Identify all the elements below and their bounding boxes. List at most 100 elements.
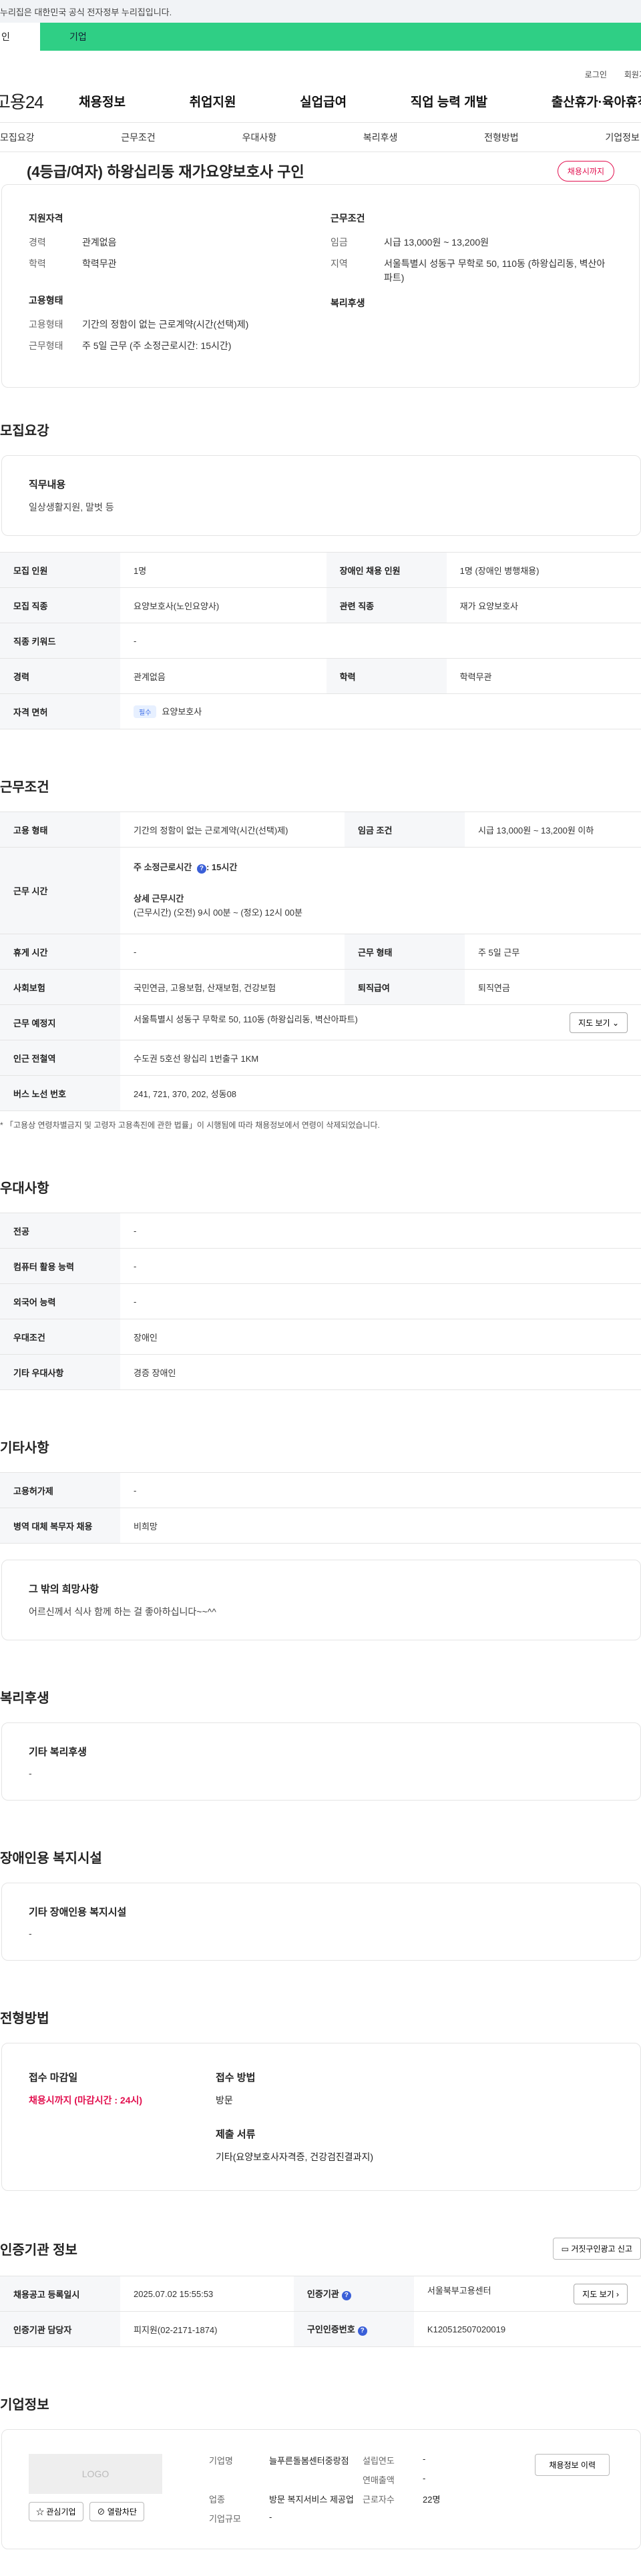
job-title: (4등급/여자) 하왕십리동 재가요양보호사 구인 <box>27 164 304 180</box>
summary-value: 서울특별시 성동구 무학로 50, 110동 (하왕십리동, 벽산아파트) <box>384 258 606 283</box>
chevron-right-icon: › <box>616 2289 619 2299</box>
cert-map-button[interactable]: 지도 보기 › <box>574 2283 628 2304</box>
favorite-company-button[interactable]: ☆ 관심기업 <box>29 2502 83 2522</box>
cell-label: 근로자수 <box>363 2495 395 2505</box>
cell-value: 2025.07.02 15:55:53 <box>120 2276 294 2312</box>
disabled-card: 기타 장애인용 복지시설 - <box>1 1883 641 1961</box>
weekly-hours-label: 주 소정근로시간 <box>134 862 194 873</box>
nav-item-employment-support[interactable]: 취업지원 <box>190 92 236 110</box>
cell-label: 장애인 채용 인원 <box>326 552 447 589</box>
hours-detail: (근무시간) (오전) 9시 00분 ~ (정오) 12시 00분 <box>134 908 302 918</box>
recruit-section-title: 모집요강 <box>0 424 49 439</box>
cell-label: 근무 시간 <box>0 847 120 935</box>
cell-label: 인증기관 담당자 <box>0 2311 120 2348</box>
pref-section-title: 우대사항 <box>0 1181 49 1197</box>
summary-label: 근무형태 <box>29 340 63 351</box>
table-row: 인증기관 담당자 피지원(02-2171-1874) 구인인증번호? K1205… <box>0 2311 641 2348</box>
join-link[interactable]: 회원가 <box>624 69 641 80</box>
tab-company[interactable]: 기업 <box>40 23 641 51</box>
cell-label: 직종 키워드 <box>0 623 120 659</box>
cell-label: 설립연도 <box>363 2456 395 2467</box>
cell-label: 기업명 <box>209 2456 233 2467</box>
pref-table: 전공 - 컴퓨터 활용 능력 - 외국어 능력 - 우대조건 장애인 기타 우대사항 경증… <box>0 1213 641 1391</box>
cell-value: - <box>120 1283 641 1320</box>
sub-nav-pref[interactable]: 우대사항 <box>242 131 277 144</box>
info-icon[interactable]: ? <box>196 864 206 874</box>
summary-value: 관계없음 <box>82 237 117 248</box>
summary-label: 경력 <box>29 237 46 248</box>
summary-value: 주 5일 근무 (주 소정근로시간: 15시간) <box>82 340 232 351</box>
summary-label: 고용형태 <box>29 318 63 330</box>
table-row: 사회보험 국민연금, 고용보험, 산재보험, 건강보험 퇴직급여 퇴직연금 <box>0 969 641 1006</box>
sub-nav-welfare[interactable]: 복리후생 <box>363 131 398 144</box>
cell-value: 방문 복지서비스 제공업 <box>269 2495 354 2505</box>
cell-label: 고용허가제 <box>0 1472 120 1509</box>
table-row: 휴게 시간 - 근무 형태 주 5일 근무 <box>0 934 641 970</box>
cell-value: - <box>423 2473 426 2484</box>
cell-label: 외국어 능력 <box>0 1283 120 1320</box>
table-row: 경력 관계없음 학력 학력무관 <box>0 658 641 695</box>
cell-label: 휴게 시간 <box>0 934 120 970</box>
cell-label: 구인인증번호? <box>293 2311 414 2348</box>
cell-label: 기업규모 <box>209 2514 241 2525</box>
cell-label: 모집 직종 <box>0 587 120 624</box>
summary-qual-head: 지원자격 <box>29 213 63 224</box>
nav-item-parental-leave[interactable]: 출산휴가·육아휴직 <box>552 92 641 110</box>
cell-value: 주 소정근로시간 ?: 15시간 상세 근무시간 (근무시간) (오전) 9시 … <box>120 847 641 935</box>
recruit-table: 모집 인원 1명 장애인 채용 인원 1명 (장애인 병행채용) 모집 직종 요… <box>0 552 641 730</box>
cell-label: 버스 노선 번호 <box>0 1075 120 1112</box>
info-icon[interactable]: ? <box>357 2326 367 2336</box>
summary-label: 지역 <box>331 258 348 270</box>
cell-value: 시급 13,000원 ~ 13,200원 이하 <box>464 812 641 848</box>
job-history-button[interactable]: 채용정보 이력 <box>535 2454 610 2477</box>
disabled-section-title: 장애인용 복지시설 <box>0 1851 102 1867</box>
cell-value: 학력무관 <box>446 658 641 695</box>
table-row: 병역 대체 복무자 채용 비희망 <box>0 1508 641 1544</box>
info-icon[interactable]: ? <box>341 2291 351 2301</box>
etc-section-title: 기타사항 <box>0 1441 49 1456</box>
deadline-badge: 채용시까지 <box>557 160 614 182</box>
cell-value: - <box>120 623 641 659</box>
map-button[interactable]: 지도 보기 ⌄ <box>570 1012 628 1033</box>
nav-item-jobs[interactable]: 채용정보 <box>79 92 126 110</box>
table-row: 버스 노선 번호 241, 721, 370, 202, 성동08 <box>0 1075 641 1112</box>
cell-value: 늘푸른돌봄센터중랑점 <box>269 2456 349 2467</box>
cell-value: 비희망 <box>120 1508 641 1544</box>
workplace-address: 서울특별시 성동구 무학로 50, 110동 (하왕십리동, 벽산아파트) <box>134 1014 358 1024</box>
cell-label: 모집 인원 <box>0 552 120 589</box>
site-logo[interactable]: 고용24 <box>0 89 75 113</box>
cell-value: - <box>423 2454 426 2465</box>
hope-head: 그 밖의 희망사항 <box>29 1584 99 1596</box>
license-value: 요양보호사 <box>162 707 202 717</box>
block-view-button[interactable]: ⊘ 열람차단 <box>89 2502 144 2522</box>
work-section-title: 근무조건 <box>0 780 49 795</box>
cell-label: 임금 조건 <box>344 812 465 848</box>
table-row: 전공 - <box>0 1213 641 1249</box>
report-button[interactable]: ▭ 거짓구인광고 신고 <box>552 2238 641 2260</box>
cell-value: - <box>120 934 345 970</box>
table-row: 고용허가제 - <box>0 1472 641 1509</box>
sub-nav-recruit[interactable]: 모집요강 <box>0 131 35 144</box>
cell-label: 근무 예정지 <box>0 1004 120 1041</box>
company-section-title: 기업정보 <box>0 2398 49 2413</box>
cell-value: 필수 요양보호사 <box>120 693 641 730</box>
table-row: 외국어 능력 - <box>0 1283 641 1320</box>
cell-value: 장애인 <box>120 1319 641 1355</box>
chevron-down-icon: ⌄ <box>612 1018 619 1028</box>
cell-value: 241, 721, 370, 202, 성동08 <box>120 1075 641 1112</box>
age-law-note: * 「고용상 연령차별금지 및 고령자 고용촉진에 관한 법률」이 시행됨에 따… <box>0 1120 380 1131</box>
nav-item-unemployment-benefit[interactable]: 실업급여 <box>300 92 347 110</box>
disabled-text: - <box>29 1928 32 1939</box>
login-link[interactable]: 로그인 <box>585 69 607 80</box>
block-icon: ⊘ <box>97 2507 105 2517</box>
tab-personal[interactable]: 인 <box>0 23 40 51</box>
way-head: 접수 방법 <box>216 2072 256 2084</box>
sub-nav-method[interactable]: 전형방법 <box>484 131 519 144</box>
cell-value: 서울북부고용센터 지도 보기 › <box>413 2276 641 2312</box>
sub-nav-company[interactable]: 기업정보 <box>605 131 640 144</box>
sub-nav-work[interactable]: 근무조건 <box>121 131 156 144</box>
nav-item-job-skills[interactable]: 직업 능력 개발 <box>411 92 487 110</box>
cell-label: 기타 우대사항 <box>0 1354 120 1391</box>
duty-card: 직무내용 일상생활지원, 말벗 등 <box>1 455 641 537</box>
table-row: 고용 형태 기간의 정함이 없는 근로계약(시간(선택)제) 임금 조건 시급 … <box>0 812 641 848</box>
